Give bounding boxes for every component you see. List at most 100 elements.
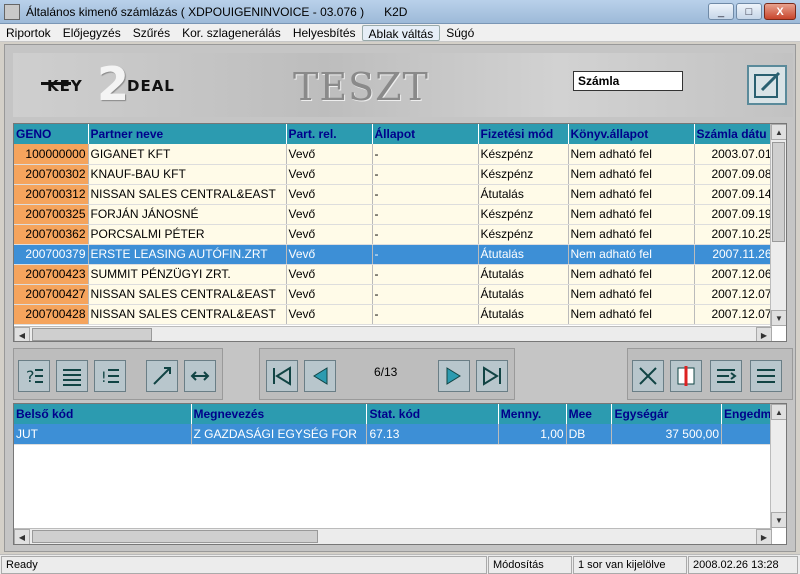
items-scroll-down-icon[interactable]: ▼ <box>771 512 786 528</box>
scroll-right-icon[interactable]: ▶ <box>756 327 772 341</box>
menu-helyesbites[interactable]: Helyesbítés <box>287 25 362 41</box>
invoice-cell-status[interactable]: - <box>372 244 479 265</box>
invoice-cell-partner[interactable]: ERSTE LEASING AUTÓFIN.ZRT <box>88 244 287 265</box>
items-scroll-right-icon[interactable]: ▶ <box>756 529 772 544</box>
invoice-cell-rel[interactable]: Vevő <box>286 224 373 245</box>
next-page-button[interactable] <box>438 360 470 392</box>
invoice-cell-book[interactable]: Nem adható fel <box>568 224 695 245</box>
invoice-cell-partner[interactable]: SUMMIT PÉNZÜGYI ZRT. <box>88 264 287 285</box>
invoice-cell-date[interactable]: 2007.12.06 <box>694 264 775 285</box>
invoice-cell-pay[interactable]: Átutalás <box>478 264 569 285</box>
scroll-down-icon[interactable]: ▼ <box>771 310 786 326</box>
invoice-cell-geno[interactable]: 200700362 <box>14 224 89 245</box>
invoice-cell-pay[interactable]: Átutalás <box>478 184 569 205</box>
invoice-cell-status[interactable]: - <box>372 264 479 285</box>
invoice-cell-date[interactable]: 2007.09.14 <box>694 184 775 205</box>
col-name[interactable]: Megnevezés <box>191 404 368 424</box>
invoice-cell-partner[interactable]: FORJÁN JÁNOSNÉ <box>88 204 287 225</box>
invoice-row[interactable]: 200700423 SUMMIT PÉNZÜGYI ZRT. Vevő - Átutal… <box>14 264 775 285</box>
invoice-cell-geno[interactable]: 200700325 <box>14 204 89 225</box>
col-rel[interactable]: Part. rel. <box>286 124 373 144</box>
invoice-row[interactable]: 100000000 GIGANET KFT Vevő - Készpénz Nem adh… <box>14 144 775 165</box>
col-qty[interactable]: Menny. <box>498 404 567 424</box>
item-cell-unit[interactable]: DB <box>566 424 613 445</box>
invoice-cell-rel[interactable]: Vevő <box>286 204 373 225</box>
document-type-field[interactable]: Számla <box>573 71 683 91</box>
edit-button[interactable] <box>747 65 787 105</box>
invoice-cell-date[interactable]: 2007.12.07 <box>694 304 775 325</box>
invoice-cell-geno[interactable]: 200700427 <box>14 284 89 305</box>
menu-riportok[interactable]: Riportok <box>0 25 57 41</box>
col-unit[interactable]: Mee <box>566 404 613 424</box>
invoice-cell-geno[interactable]: 200700312 <box>14 184 89 205</box>
invoice-cell-rel[interactable]: Vevő <box>286 144 373 165</box>
invoice-cell-book[interactable]: Nem adható fel <box>568 204 695 225</box>
last-page-button[interactable] <box>476 360 508 392</box>
col-booking[interactable]: Könyv.állapot <box>568 124 695 144</box>
invoice-cell-rel[interactable]: Vevő <box>286 244 373 265</box>
invoice-cell-book[interactable]: Nem adható fel <box>568 264 695 285</box>
collapse-button[interactable] <box>184 360 216 392</box>
invoice-cell-pay[interactable]: Készpénz <box>478 144 569 165</box>
invoice-cell-partner[interactable]: GIGANET KFT <box>88 144 287 165</box>
col-geno[interactable]: GENO <box>14 124 89 144</box>
col-code[interactable]: Belső kód <box>14 404 192 424</box>
tools-button[interactable] <box>632 360 664 392</box>
invoice-row[interactable]: 200700312 NISSAN SALES CENTRAL&EAST Vevő - Á… <box>14 184 775 205</box>
menu-kor-szlageneralas[interactable]: Kor. szlagenerálás <box>176 25 287 41</box>
invoice-cell-rel[interactable]: Vevő <box>286 184 373 205</box>
invoice-cell-geno[interactable]: 100000000 <box>14 144 89 165</box>
invoice-cell-status[interactable]: - <box>372 224 479 245</box>
expand-button[interactable] <box>146 360 178 392</box>
col-date[interactable]: Számla dátu <box>694 124 775 144</box>
scroll-up-icon[interactable]: ▲ <box>771 124 786 140</box>
invoice-cell-status[interactable]: - <box>372 184 479 205</box>
menu-sugo[interactable]: Súgó <box>440 25 480 41</box>
item-cell-code[interactable]: JUT <box>14 424 192 445</box>
menu-ablak-valtas[interactable]: Ablak váltás <box>361 24 441 41</box>
invoice-cell-date[interactable]: 2007.09.08 <box>694 164 775 185</box>
invoice-cell-rel[interactable]: Vevő <box>286 164 373 185</box>
invoice-cell-status[interactable]: - <box>372 164 479 185</box>
invoice-cell-date[interactable]: 2007.12.07 <box>694 284 775 305</box>
invoice-row[interactable]: 200700302 KNAUF-BAU KFT Vevő - Készpénz Nem a… <box>14 164 775 185</box>
invoice-cell-partner[interactable]: NISSAN SALES CENTRAL&EAST <box>88 284 287 305</box>
invoice-cell-status[interactable]: - <box>372 204 479 225</box>
invoice-cell-partner[interactable]: NISSAN SALES CENTRAL&EAST <box>88 304 287 325</box>
invoice-cell-pay[interactable]: Készpénz <box>478 164 569 185</box>
invoice-cell-book[interactable]: Nem adható fel <box>568 284 695 305</box>
row-move-button[interactable] <box>750 360 782 392</box>
invoice-cell-book[interactable]: Nem adható fel <box>568 244 695 265</box>
invoice-cell-rel[interactable]: Vevő <box>286 284 373 305</box>
invoice-cell-partner[interactable]: PORCSALMI PÉTER <box>88 224 287 245</box>
invoice-cell-geno[interactable]: 200700423 <box>14 264 89 285</box>
minimize-button[interactable]: _ <box>708 3 734 20</box>
invoice-cell-pay[interactable]: Készpénz <box>478 204 569 225</box>
col-status[interactable]: Állapot <box>372 124 479 144</box>
items-scroll-left-icon[interactable]: ◀ <box>14 529 30 544</box>
invoice-cell-rel[interactable]: Vevő <box>286 264 373 285</box>
item-cell-name[interactable]: Z GAZDASÁGI EGYSÉG FOR <box>191 424 368 445</box>
invoice-cell-date[interactable]: 2003.07.01 <box>694 144 775 165</box>
invoice-cell-date[interactable]: 2007.09.19 <box>694 204 775 225</box>
col-price[interactable]: Egységár <box>611 404 722 424</box>
items-vscroll[interactable]: ▲ ▼ <box>770 404 786 528</box>
item-cell-qty[interactable]: 1,00 <box>498 424 567 445</box>
invoice-cell-geno[interactable]: 200700379 <box>14 244 89 265</box>
invoice-cell-pay[interactable]: Átutalás <box>478 304 569 325</box>
invoice-cell-book[interactable]: Nem adható fel <box>568 144 695 165</box>
invoice-row[interactable]: 200700362 PORCSALMI PÉTER Vevő - Készpénz Nem… <box>14 224 775 245</box>
invoice-cell-pay[interactable]: Készpénz <box>478 224 569 245</box>
items-scroll-up-icon[interactable]: ▲ <box>771 404 786 420</box>
invoice-cell-status[interactable]: - <box>372 304 479 325</box>
scroll-left-icon[interactable]: ◀ <box>14 327 30 341</box>
menu-szures[interactable]: Szűrés <box>127 25 176 41</box>
invoice-cell-geno[interactable]: 200700302 <box>14 164 89 185</box>
invoice-cell-date[interactable]: 2007.11.26 <box>694 244 775 265</box>
maximize-button[interactable]: □ <box>736 3 762 20</box>
menu-elojegyzes[interactable]: Előjegyzés <box>57 25 127 41</box>
invoice-cell-book[interactable]: Nem adható fel <box>568 164 695 185</box>
invoice-row[interactable]: 200700325 FORJÁN JÁNOSNÉ Vevő - Készpénz Nem … <box>14 204 775 225</box>
hscroll-thumb[interactable] <box>32 328 152 341</box>
invoice-vscroll[interactable]: ▲ ▼ <box>770 124 786 326</box>
